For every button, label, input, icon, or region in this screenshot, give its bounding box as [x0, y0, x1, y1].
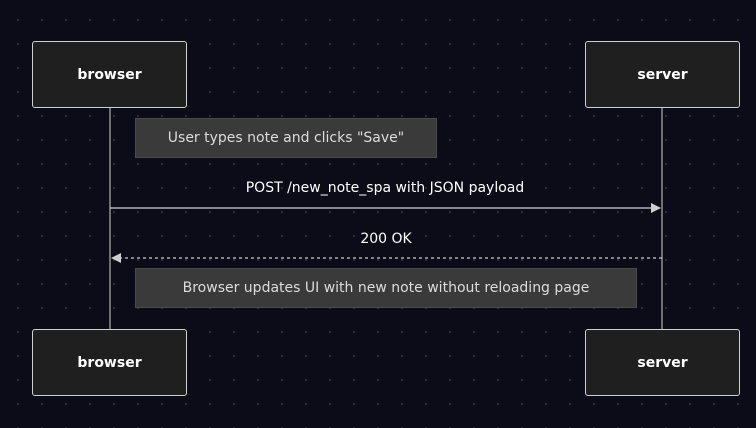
browser-actor-top: browser	[32, 41, 187, 108]
server-actor-label: server	[637, 354, 688, 371]
server-actor-top: server	[585, 41, 740, 108]
server-actor-label: server	[637, 66, 688, 83]
note-user-saves: User types note and clicks "Save"	[135, 118, 437, 158]
browser-actor-bottom: browser	[32, 329, 187, 396]
note-browser-updates-text: Browser updates UI with new note without…	[182, 280, 590, 296]
server-actor-bottom: server	[585, 329, 740, 396]
request-label: POST /new_note_spa with JSON payload	[245, 180, 525, 196]
browser-actor-label: browser	[77, 354, 142, 371]
response-label: 200 OK	[360, 231, 412, 247]
note-browser-updates: Browser updates UI with new note without…	[135, 268, 637, 308]
note-user-saves-text: User types note and clicks "Save"	[167, 130, 405, 146]
sequence-diagram: browser server User types note and click…	[0, 0, 756, 428]
browser-actor-label: browser	[77, 66, 142, 83]
